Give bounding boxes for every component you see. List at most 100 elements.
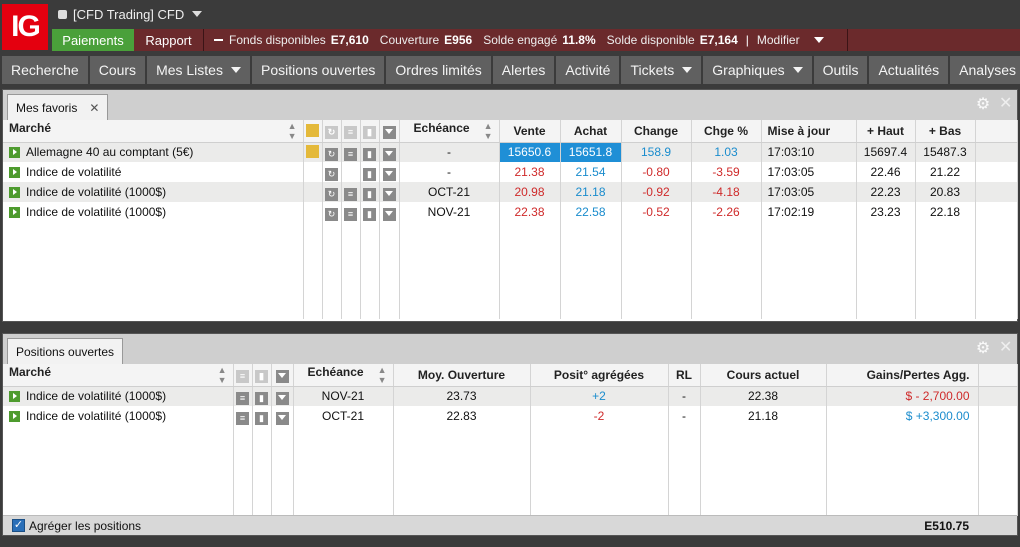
refresh-cell[interactable]: ↻ [322, 162, 342, 182]
column-header-expiry[interactable]: Echéance ▲ ▼ [293, 364, 394, 387]
report-button[interactable]: Rapport [134, 29, 204, 51]
column-header-ticket[interactable]: ≡ [233, 364, 253, 387]
column-header-buy[interactable]: Achat [560, 120, 622, 143]
chart-cell[interactable]: ▮ [360, 162, 380, 182]
sort-icon[interactable]: ▲ ▼ [218, 365, 227, 385]
column-header-updated[interactable]: Mise à jour [761, 120, 857, 143]
menu-cell[interactable] [271, 386, 294, 406]
refresh-icon[interactable]: ↻ [325, 147, 338, 161]
alert-cell[interactable] [303, 142, 323, 162]
account-selector[interactable]: [CFD Trading] CFD [58, 5, 203, 23]
ticket-cell[interactable]: ≡ [233, 406, 253, 426]
nav-positions-ouvertes[interactable]: Positions ouvertes [251, 56, 385, 84]
chart-icon[interactable]: ▮ [255, 391, 268, 405]
market-cell[interactable]: Allemagne 40 au comptant (5€) [3, 142, 304, 162]
column-header-chart[interactable]: ▮ [252, 364, 272, 387]
column-header-menu[interactable] [379, 120, 400, 143]
dropdown-icon[interactable] [382, 167, 396, 181]
dropdown-icon[interactable] [382, 207, 396, 221]
play-icon[interactable] [9, 391, 20, 403]
nav-activite[interactable]: Activité [556, 56, 620, 84]
menu-cell[interactable] [379, 142, 400, 162]
column-header-aggregated[interactable]: Posit° agrégées [530, 364, 669, 387]
refresh-icon[interactable]: ↻ [325, 207, 338, 221]
buy-price[interactable]: 22.58 [560, 202, 622, 222]
table-row[interactable]: Indice de volatilité (1000$) ↻ ≡ ▮ NOV-2… [3, 202, 1018, 222]
payments-button[interactable]: Paiements [52, 29, 134, 51]
column-header-market[interactable]: Marché ▲ ▼ [3, 120, 304, 143]
column-header-rl[interactable]: RL [668, 364, 701, 387]
aggregate-checkbox[interactable]: ✓ [12, 519, 25, 532]
sort-icon[interactable]: ▲ ▼ [378, 365, 387, 385]
table-row[interactable]: Indice de volatilité (1000$) ≡ ▮ OCT-21 … [3, 406, 1018, 426]
table-row[interactable]: Indice de volatilité (1000$) ≡ ▮ NOV-21 … [3, 386, 1018, 406]
nav-cours[interactable]: Cours [89, 56, 146, 84]
column-header-avg-open[interactable]: Moy. Ouverture [393, 364, 531, 387]
column-header-alert[interactable] [303, 120, 323, 143]
column-header-change-pct[interactable]: Chge % [691, 120, 762, 143]
menu-cell[interactable] [379, 182, 400, 202]
table-row[interactable]: Allemagne 40 au comptant (5€) ↻ ≡ ▮ - 15… [3, 142, 1018, 162]
collapse-icon[interactable] [214, 39, 223, 41]
chart-cell[interactable]: ▮ [252, 406, 272, 426]
close-icon[interactable]: ✕ [89, 101, 99, 115]
chart-icon[interactable]: ▮ [363, 147, 376, 161]
play-icon[interactable] [9, 207, 20, 218]
column-header-market[interactable]: Marché ▲ ▼ [3, 364, 234, 387]
sell-price[interactable]: 21.38 [499, 162, 561, 182]
sort-icon[interactable]: ▲ ▼ [288, 121, 297, 141]
table-row[interactable]: Indice de volatilité (1000$) ↻ ≡ ▮ OCT-2… [3, 182, 1018, 202]
chart-cell[interactable]: ▮ [360, 142, 380, 162]
dropdown-icon[interactable] [382, 147, 396, 161]
market-cell[interactable]: Indice de volatilité (1000$) [3, 182, 304, 202]
column-header-sell[interactable]: Vente [499, 120, 561, 143]
ticket-cell[interactable]: ≡ [341, 182, 361, 202]
tab-positions-ouvertes[interactable]: Positions ouvertes [7, 338, 124, 364]
gear-icon[interactable]: ⚙ [975, 341, 991, 357]
nav-outils[interactable]: Outils [813, 56, 868, 84]
refresh-cell[interactable]: ↻ [322, 142, 342, 162]
column-header-refresh[interactable]: ↻ [322, 120, 342, 143]
refresh-icon[interactable]: ↻ [325, 187, 338, 201]
ticket-icon[interactable]: ≡ [344, 147, 357, 161]
ticket-icon[interactable]: ≡ [344, 187, 357, 201]
play-icon[interactable] [9, 167, 20, 178]
ticket-icon[interactable]: ≡ [236, 391, 249, 405]
ticket-icon[interactable]: ≡ [236, 411, 249, 425]
table-row[interactable]: Indice de volatilité ↻ ▮ - 21.38 21.54 -… [3, 162, 1018, 182]
column-header-chart[interactable]: ▮ [360, 120, 380, 143]
menu-cell[interactable] [271, 406, 294, 426]
ticket-cell[interactable]: ≡ [341, 142, 361, 162]
column-header-ticket[interactable]: ≡ [341, 120, 361, 143]
ticket-cell[interactable]: ≡ [341, 202, 361, 222]
sell-price[interactable]: 22.38 [499, 202, 561, 222]
play-icon[interactable] [9, 187, 20, 198]
tab-mes-favoris[interactable]: Mes favoris ✕ [7, 94, 109, 120]
dropdown-icon[interactable] [382, 187, 396, 201]
play-icon[interactable] [9, 147, 20, 159]
chevron-down-icon[interactable] [813, 37, 824, 43]
chart-cell[interactable]: ▮ [360, 182, 380, 202]
modify-link[interactable]: Modifier [757, 33, 800, 47]
ticket-cell[interactable]: ≡ [233, 386, 253, 406]
refresh-cell[interactable]: ↻ [322, 182, 342, 202]
chart-cell[interactable]: ▮ [360, 202, 380, 222]
nav-analyses[interactable]: Analyses [950, 56, 1020, 84]
chart-icon[interactable]: ▮ [363, 167, 376, 181]
nav-graphiques[interactable]: Graphiques [703, 56, 812, 84]
market-cell[interactable]: Indice de volatilité (1000$) [3, 202, 304, 222]
dropdown-icon[interactable] [275, 411, 289, 425]
column-header-expiry[interactable]: Echéance ▲ ▼ [399, 120, 500, 143]
sell-price[interactable]: 15650.6 [499, 142, 561, 162]
nav-alertes[interactable]: Alertes [492, 56, 555, 84]
nav-mes-listes[interactable]: Mes Listes [147, 56, 250, 84]
column-header-high[interactable]: + Haut [856, 120, 916, 143]
market-cell[interactable]: Indice de volatilité (1000$) [3, 406, 234, 426]
chart-icon[interactable]: ▮ [363, 187, 376, 201]
column-header-pnl[interactable]: Gains/Pertes Agg. [826, 364, 979, 387]
chart-icon[interactable]: ▮ [363, 207, 376, 221]
refresh-icon[interactable]: ↻ [325, 167, 338, 181]
market-cell[interactable]: Indice de volatilité (1000$) [3, 386, 234, 406]
buy-price[interactable]: 21.18 [560, 182, 622, 202]
gear-icon[interactable]: ⚙ [975, 97, 991, 113]
